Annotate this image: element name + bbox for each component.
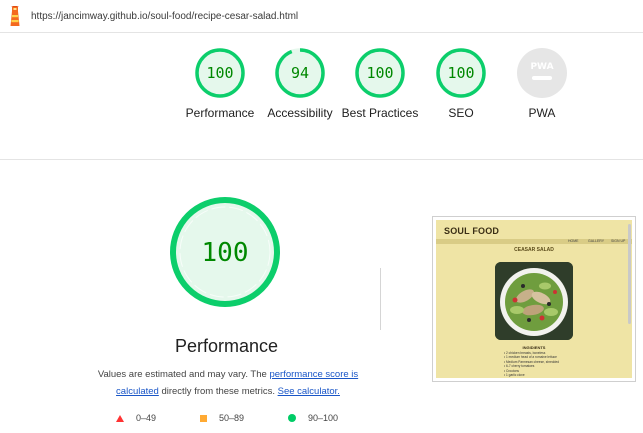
- legend-pass: 90–100: [288, 413, 338, 423]
- legend-range: 50–89: [219, 413, 245, 423]
- salad-photo-icon: [495, 262, 573, 340]
- legend-range: 0–49: [136, 413, 157, 423]
- url-bar: https://jancimway.github.io/soul-food/re…: [0, 0, 643, 33]
- gauge-score: 100: [366, 64, 393, 82]
- performance-gauge: 100: [168, 195, 282, 314]
- thumb-ingredients-list: 2 chicken breasts, boneless 1 medium hea…: [504, 351, 559, 377]
- thumb-header: SOUL FOOD: [436, 220, 632, 240]
- thumb-nav-item: GALLERY: [588, 239, 605, 243]
- page-screenshot-thumbnail[interactable]: SOUL FOOD HOME GALLERY SIGN UP CEASAR SA…: [432, 216, 636, 382]
- gauge-label: Best Practices: [341, 106, 419, 120]
- thumb-heading: CEASAR SALAD: [514, 247, 554, 253]
- gauge-score: 100: [206, 64, 233, 82]
- circle-icon: [288, 414, 296, 422]
- gauge-seo[interactable]: 100 SEO: [421, 47, 501, 121]
- pwa-icon: PWA: [517, 48, 567, 98]
- gauge-label: Accessibility: [267, 106, 333, 120]
- score-ring-icon: 100: [195, 48, 245, 98]
- category-summary: 100 Performance 94 Accessibility 100 Bes…: [0, 33, 643, 160]
- gauge-label: SEO: [448, 106, 474, 120]
- vertical-divider: [380, 268, 381, 330]
- gauge-score: 100: [447, 64, 474, 82]
- see-calculator-link[interactable]: See calculator.: [278, 386, 340, 397]
- salad-image: [495, 262, 573, 340]
- desc-text: directly from these metrics.: [161, 386, 275, 397]
- list-item: 1 garlic clove: [504, 373, 559, 377]
- lighthouse-icon: [10, 6, 20, 26]
- gauge-score: 94: [291, 64, 309, 82]
- thumb-scrollbar: [628, 224, 631, 324]
- pwa-badge-text: PWA: [530, 62, 553, 72]
- square-icon: [200, 414, 207, 422]
- page-url[interactable]: https://jancimway.github.io/soul-food/re…: [31, 11, 298, 22]
- gauge-accessibility[interactable]: 94 Accessibility: [260, 47, 340, 121]
- performance-title: Performance: [174, 336, 279, 356]
- performance-score: 100: [202, 238, 249, 268]
- thumb-nav-item: SIGN UP: [611, 239, 626, 243]
- gauge-performance[interactable]: 100 Performance: [180, 47, 260, 121]
- score-ring-icon: 94: [275, 48, 325, 98]
- score-ring-icon: 100: [355, 48, 405, 98]
- gauge-best-practices[interactable]: 100 Best Practices: [340, 47, 420, 121]
- legend-range: 90–100: [308, 413, 339, 423]
- gauge-label: PWA: [528, 106, 556, 120]
- triangle-icon: [116, 414, 124, 422]
- legend-fail: 0–49: [116, 413, 156, 423]
- desc-text: Values are estimated and may vary. The: [97, 369, 267, 380]
- legend-average: 50–89: [200, 413, 244, 423]
- gauge-label: Performance: [185, 106, 255, 120]
- gauge-pwa[interactable]: PWA PWA: [502, 47, 582, 121]
- screenshot-content: SOUL FOOD HOME GALLERY SIGN UP CEASAR SA…: [436, 220, 632, 378]
- performance-description: Values are estimated and may vary. The p…: [88, 366, 368, 400]
- thumb-ingredients-heading: INGIDIENTS: [522, 345, 546, 350]
- score-ring-icon: 100: [170, 197, 280, 307]
- score-ring-icon: 100: [436, 48, 486, 98]
- thumb-brand: SOUL FOOD: [444, 226, 500, 236]
- thumb-nav-item: HOME: [568, 239, 579, 243]
- thumb-nav: HOME GALLERY SIGN UP: [436, 239, 632, 244]
